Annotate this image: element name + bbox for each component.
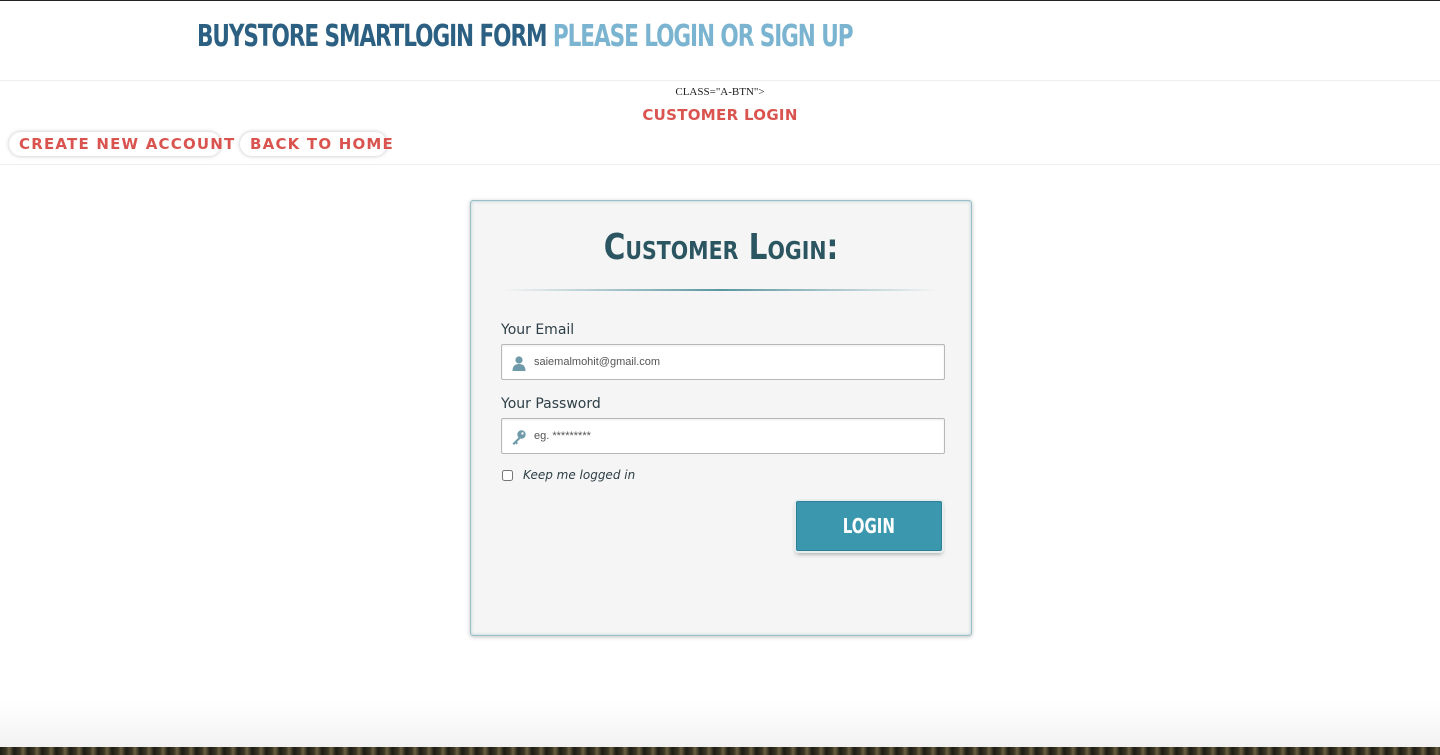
background-strip xyxy=(0,747,1440,755)
back-home-button[interactable]: BACK TO HOME xyxy=(240,132,393,156)
user-icon xyxy=(512,356,526,371)
key-icon xyxy=(512,430,526,445)
email-label: Your Email xyxy=(501,322,575,338)
password-label: Your Password xyxy=(501,396,601,412)
page-header: BUYSTORE SMARTLOGIN FORM PLEASE LOGIN OR… xyxy=(0,1,1440,81)
password-input[interactable] xyxy=(534,419,939,453)
nav-title: CUSTOMER LOGIN xyxy=(642,106,798,124)
nav-bar: CLASS="A-BTN"> CUSTOMER LOGIN CREATE NEW… xyxy=(0,81,1440,165)
remember-label: Keep me logged in xyxy=(523,468,636,482)
page-subtitle: PLEASE LOGIN OR SIGN UP xyxy=(552,19,854,54)
email-field-wrapper xyxy=(501,344,945,380)
email-input[interactable] xyxy=(534,345,939,379)
stray-markup-text: CLASS="A-BTN"> xyxy=(675,86,765,98)
page-title: BUYSTORE SMARTLOGIN FORM PLEASE LOGIN OR… xyxy=(197,19,854,54)
bottom-fade xyxy=(0,701,1440,748)
login-button[interactable]: LOGIN xyxy=(796,501,942,551)
login-button-label: LOGIN xyxy=(842,514,896,538)
login-form: Customer Login: Your Email Your Password… xyxy=(470,200,972,636)
title-divider xyxy=(503,289,939,291)
remember-checkbox[interactable] xyxy=(502,469,513,481)
remember-me[interactable]: Keep me logged in xyxy=(502,468,635,482)
brand-title: BUYSTORE SMARTLOGIN FORM xyxy=(197,19,547,54)
form-title: Customer Login: xyxy=(603,227,839,268)
password-field-wrapper xyxy=(501,418,945,454)
create-account-button[interactable]: CREATE NEW ACCOUNT xyxy=(9,132,234,156)
